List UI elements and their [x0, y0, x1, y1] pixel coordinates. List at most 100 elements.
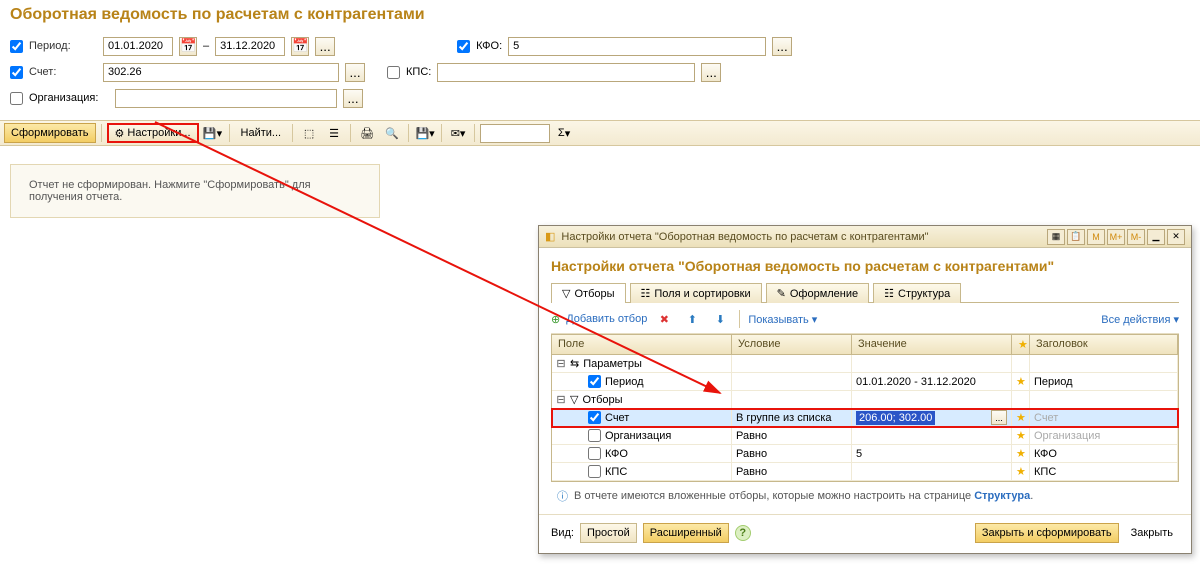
kps-checkbox[interactable]: [387, 66, 400, 79]
gear-icon: ⚙: [115, 127, 125, 140]
separator: [350, 124, 351, 142]
help-icon[interactable]: ?: [735, 525, 751, 541]
tab-filters[interactable]: ▽Отборы: [551, 283, 626, 303]
row-account: Счет: ... КПС: ...: [10, 60, 1190, 84]
tab-structure[interactable]: ☷Структура: [873, 283, 961, 303]
settings-button[interactable]: ⚙ Настройки...: [107, 123, 199, 143]
view-label: Вид:: [551, 527, 574, 539]
row-kps[interactable]: КПС Равно ★ КПС: [552, 463, 1178, 481]
tab-design[interactable]: ✎Оформление: [766, 283, 870, 303]
row-kfo-check[interactable]: [588, 447, 601, 460]
move-down-icon[interactable]: ⬇: [709, 309, 731, 329]
col-value[interactable]: Значение: [852, 335, 1012, 354]
close-button[interactable]: Закрыть: [1125, 523, 1179, 543]
view-simple-button[interactable]: Простой: [580, 523, 637, 543]
calc-icon[interactable]: 📋: [1067, 229, 1085, 245]
sigma-icon[interactable]: Σ▾: [553, 123, 575, 143]
account-value-selection[interactable]: 206.00; 302.00: [856, 411, 935, 425]
tab-fields[interactable]: ☷Поля и сортировки: [630, 283, 762, 303]
value-dots-button[interactable]: ...: [991, 410, 1007, 425]
minimize-icon[interactable]: ▁: [1147, 229, 1165, 245]
account-checkbox[interactable]: [10, 66, 23, 79]
all-actions-dropdown[interactable]: Все действия ▾: [1101, 313, 1179, 326]
dialog-heading: Настройки отчета "Оборотная ведомость по…: [551, 258, 1179, 274]
add-filter-button[interactable]: Добавить отбор: [566, 313, 647, 325]
calendar-from-icon[interactable]: 📅: [179, 37, 197, 56]
row-account[interactable]: Счет В группе из списка 206.00; 302.00..…: [552, 409, 1178, 427]
move-up-icon[interactable]: ⬆: [681, 309, 703, 329]
separator: [101, 124, 102, 142]
org-input[interactable]: [115, 89, 337, 108]
separator: [229, 124, 230, 142]
delete-icon[interactable]: ✖: [653, 309, 675, 329]
separator: [474, 124, 475, 142]
view-extended-button[interactable]: Расширенный: [643, 523, 729, 543]
structure-link[interactable]: Структура: [974, 490, 1030, 502]
filter-toolbar: ⊕ Добавить отбор ✖ ⬆ ⬇ Показывать ▾ Все …: [551, 303, 1179, 334]
kfo-input[interactable]: [508, 37, 766, 56]
show-dropdown[interactable]: Показывать ▾: [748, 313, 817, 326]
row-org[interactable]: Организация Равно ★ Организация: [552, 427, 1178, 445]
account-dots-button[interactable]: ...: [345, 63, 365, 82]
save-icon[interactable]: 💾▾: [414, 123, 436, 143]
info-message: Отчет не сформирован. Нажмите "Сформиров…: [10, 164, 380, 218]
dialog-titlebar[interactable]: ◧ Настройки отчета "Оборотная ведомость …: [539, 226, 1191, 248]
period-dash: –: [203, 40, 209, 52]
m-button[interactable]: M: [1087, 229, 1105, 245]
calc-ce-icon[interactable]: ▦: [1047, 229, 1065, 245]
mail-icon[interactable]: ✉▾: [447, 123, 469, 143]
row-account-check[interactable]: [588, 411, 601, 424]
kfo-label: КФО:: [476, 40, 502, 52]
separator: [441, 124, 442, 142]
m-minus-button[interactable]: M-: [1127, 229, 1145, 245]
col-condition[interactable]: Условие: [732, 335, 852, 354]
row-period[interactable]: Период 01.01.2020 - 31.12.2020 ★ Период: [552, 373, 1178, 391]
kfo-dots-button[interactable]: ...: [772, 37, 792, 56]
tree-icon: ☷: [884, 287, 894, 300]
kps-dots-button[interactable]: ...: [701, 63, 721, 82]
kfo-checkbox[interactable]: [457, 40, 470, 53]
kps-label: КПС:: [406, 66, 431, 78]
expand-all-icon[interactable]: ⬚: [298, 123, 320, 143]
generate-button[interactable]: Сформировать: [4, 123, 96, 143]
account-input[interactable]: [103, 63, 339, 82]
period-label: Период:: [29, 40, 97, 52]
org-checkbox[interactable]: [10, 92, 23, 105]
group-filters[interactable]: ⊟▽Отборы: [552, 391, 1178, 409]
col-title[interactable]: Заголовок: [1030, 335, 1178, 354]
org-dots-button[interactable]: ...: [343, 89, 363, 108]
funnel-icon: ▽: [570, 393, 578, 406]
brush-icon: ✎: [777, 287, 786, 300]
info-icon: ⓘ: [557, 488, 568, 504]
row-org-check[interactable]: [588, 429, 601, 442]
close-icon[interactable]: ✕: [1167, 229, 1185, 245]
period-from-input[interactable]: [103, 37, 173, 56]
period-dots-button[interactable]: ...: [315, 37, 335, 56]
separator: [408, 124, 409, 142]
settings-dialog: ◧ Настройки отчета "Оборотная ведомость …: [538, 225, 1192, 554]
m-plus-button[interactable]: M+: [1107, 229, 1125, 245]
row-kps-check[interactable]: [588, 465, 601, 478]
collapse-all-icon[interactable]: ☰: [323, 123, 345, 143]
preview-icon[interactable]: 🔍: [381, 123, 403, 143]
period-checkbox[interactable]: [10, 40, 23, 53]
account-label: Счет:: [29, 66, 97, 78]
print-icon[interactable]: 🖨: [356, 123, 378, 143]
calendar-to-icon[interactable]: 📅: [291, 37, 309, 56]
period-to-input[interactable]: [215, 37, 285, 56]
info-note: ⓘ В отчете имеются вложенные отборы, кот…: [551, 482, 1179, 504]
columns-icon: ☷: [641, 287, 651, 300]
params-group-icon: ⇆: [570, 357, 579, 370]
find-button[interactable]: Найти...: [235, 123, 288, 143]
col-field[interactable]: Поле: [552, 335, 732, 354]
page-title: Оборотная ведомость по расчетам с контра…: [0, 0, 1200, 30]
sum-input[interactable]: [480, 124, 550, 143]
row-period-check[interactable]: [588, 375, 601, 388]
app-icon: ◧: [545, 230, 555, 243]
save-settings-icon[interactable]: 💾▾: [202, 123, 224, 143]
row-org: Организация: ...: [10, 86, 1190, 110]
close-and-generate-button[interactable]: Закрыть и сформировать: [975, 523, 1119, 543]
kps-input[interactable]: [437, 63, 695, 82]
row-kfo[interactable]: КФО Равно 5 ★ КФО: [552, 445, 1178, 463]
group-params[interactable]: ⊟⇆Параметры: [552, 355, 1178, 373]
